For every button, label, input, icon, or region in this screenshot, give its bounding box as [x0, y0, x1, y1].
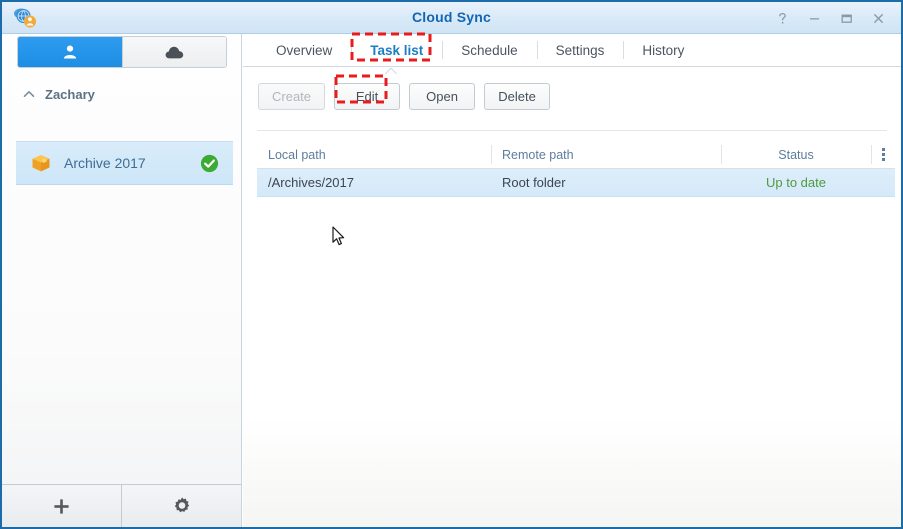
tab-bar: Overview Task list Schedule Settings His… — [243, 34, 901, 66]
table-row[interactable]: /Archives/2017 Root folder Up to date — [257, 169, 895, 197]
package-box-icon — [30, 152, 52, 174]
settings-button[interactable] — [121, 485, 241, 527]
help-button[interactable] — [767, 5, 797, 31]
tab-overview[interactable]: Overview — [257, 34, 351, 66]
sidebar-item-label: Archive 2017 — [64, 155, 200, 171]
button-label: Open — [426, 89, 458, 104]
minimize-button[interactable] — [799, 5, 829, 31]
title-bar: Cloud Sync — [2, 2, 901, 34]
chevron-up-icon — [22, 87, 36, 101]
table-header: Local path Remote path Status — [257, 141, 895, 169]
toolbar-divider — [257, 130, 887, 131]
sidebar-item-archive-2017[interactable]: Archive 2017 — [16, 141, 233, 185]
cell-local-path: /Archives/2017 — [257, 169, 491, 196]
tab-schedule[interactable]: Schedule — [442, 34, 536, 66]
button-label: Delete — [498, 89, 536, 104]
sidebar-group-label: Zachary — [45, 87, 95, 102]
column-header-local-path[interactable]: Local path — [257, 141, 491, 168]
vertical-dots-icon — [882, 148, 885, 161]
close-button[interactable] — [863, 5, 893, 31]
window-controls — [767, 2, 893, 34]
open-button[interactable]: Open — [409, 83, 475, 110]
cloud-sync-window: Cloud Sync — [0, 0, 903, 529]
tab-history[interactable]: History — [623, 34, 703, 66]
check-circle-icon — [200, 154, 219, 173]
cell-spacer — [871, 169, 895, 196]
cell-status: Up to date — [721, 169, 871, 196]
column-label: Local path — [268, 148, 326, 162]
view-toggle-group — [17, 36, 227, 68]
task-toolbar: Create Edit Open Delete — [243, 75, 901, 117]
button-label: Create — [272, 89, 311, 104]
tab-settings[interactable]: Settings — [537, 34, 624, 66]
tab-label: Settings — [556, 43, 605, 58]
column-header-status[interactable]: Status — [721, 141, 871, 168]
active-tab-pointer — [383, 67, 399, 74]
tab-task-list[interactable]: Task list — [351, 34, 442, 66]
column-header-remote-path[interactable]: Remote path — [491, 141, 721, 168]
cloud-icon — [165, 45, 184, 60]
main-panel: Overview Task list Schedule Settings His… — [243, 34, 901, 527]
maximize-button[interactable] — [831, 5, 861, 31]
tab-label: Schedule — [461, 43, 517, 58]
column-label: Status — [778, 148, 813, 162]
column-label: Remote path — [502, 148, 574, 162]
cell-remote-path: Root folder — [491, 169, 721, 196]
plus-icon — [52, 497, 71, 516]
tab-bar-underline — [243, 66, 901, 67]
sidebar-body: Zachary Archive 2017 — [2, 34, 241, 484]
create-button[interactable]: Create — [258, 83, 325, 110]
edit-button[interactable]: Edit — [334, 83, 400, 110]
delete-button[interactable]: Delete — [484, 83, 550, 110]
tab-label: Overview — [276, 43, 332, 58]
sidebar-group-zachary[interactable]: Zachary — [2, 80, 241, 108]
button-label: Edit — [356, 89, 378, 104]
tab-label: History — [642, 43, 684, 58]
task-table: Local path Remote path Status /Archives/… — [257, 141, 895, 197]
add-task-button[interactable] — [2, 485, 121, 527]
column-options-button[interactable] — [871, 141, 895, 168]
cloud-view-toggle[interactable] — [122, 37, 227, 67]
account-view-toggle[interactable] — [18, 37, 122, 67]
person-icon — [62, 44, 78, 60]
tab-label: Task list — [370, 43, 423, 58]
gear-icon — [172, 496, 192, 516]
sidebar: Zachary Archive 2017 — [2, 34, 242, 527]
sidebar-footer — [2, 484, 241, 527]
